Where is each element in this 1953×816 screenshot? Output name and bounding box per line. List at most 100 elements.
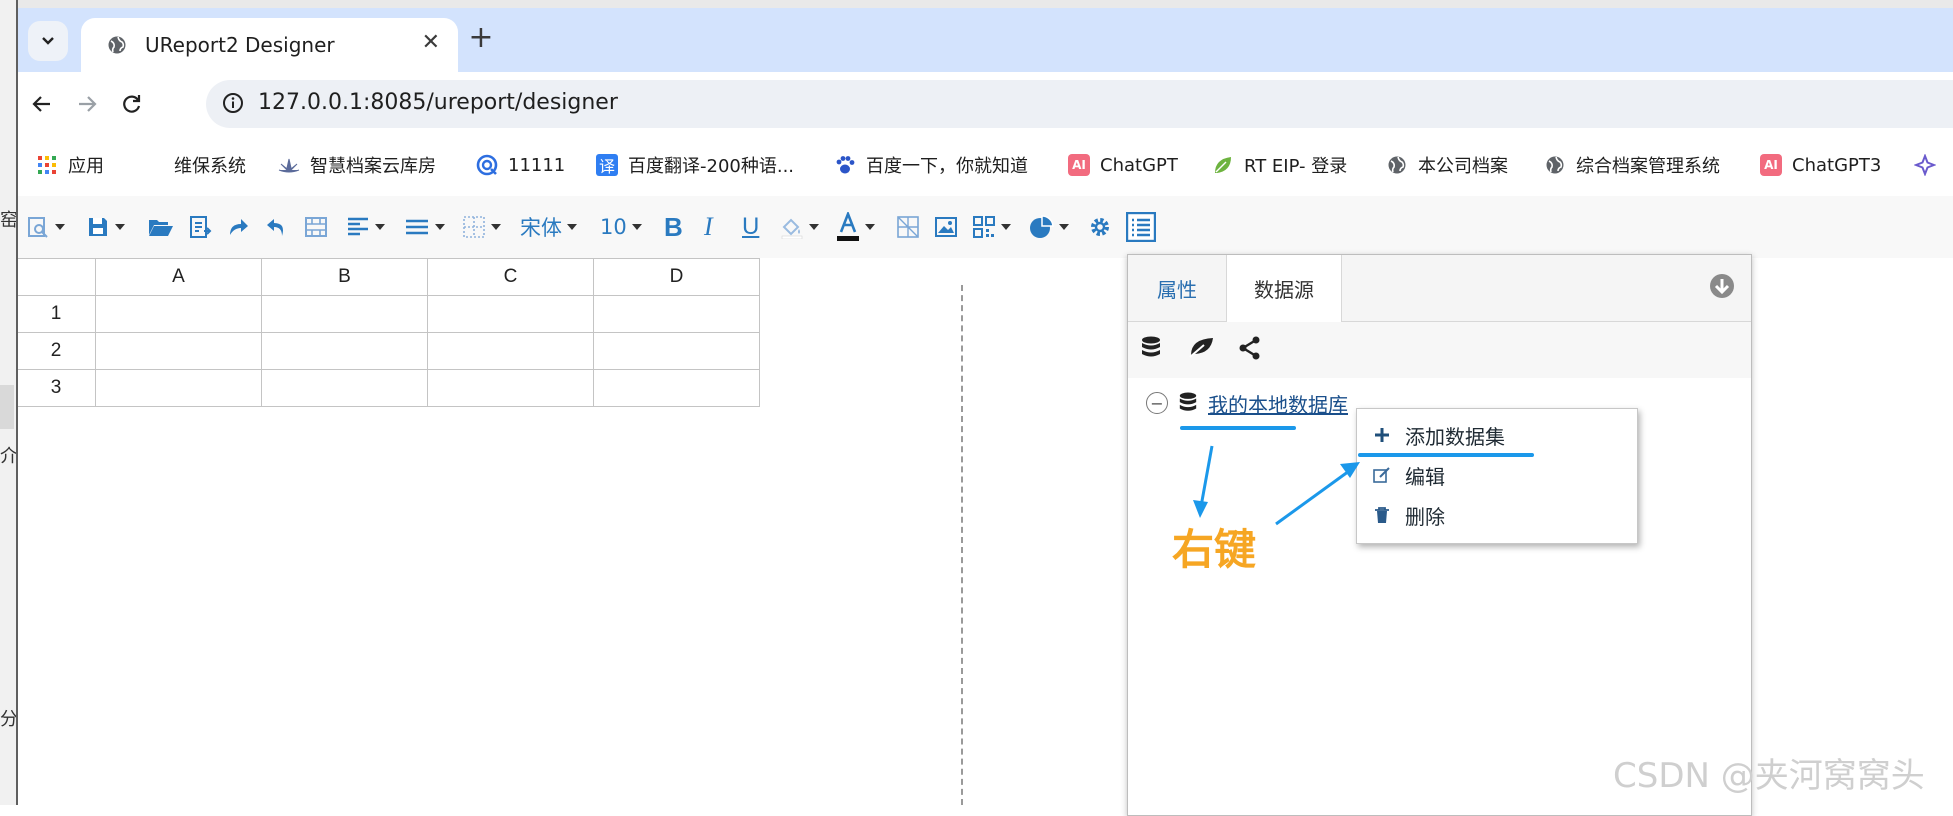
- font-size-select[interactable]: 10: [600, 210, 642, 244]
- save-button[interactable]: [86, 210, 125, 244]
- font-color-icon: [837, 212, 859, 241]
- browser-tab[interactable]: UReport2 Designer ✕: [81, 18, 458, 72]
- vertical-align-button[interactable]: [404, 210, 445, 244]
- back-button[interactable]: [24, 86, 60, 122]
- lotus-icon: [278, 154, 300, 176]
- grid-cell[interactable]: [427, 295, 594, 333]
- border-button[interactable]: [462, 210, 501, 244]
- italic-button[interactable]: I: [704, 210, 713, 244]
- datasource-tree-node[interactable]: − 我的本地数据库: [1146, 385, 1348, 421]
- align-left-icon: [348, 217, 368, 236]
- font-color-button[interactable]: [836, 210, 875, 244]
- clear-format-button[interactable]: [896, 210, 920, 244]
- reload-button[interactable]: [114, 86, 150, 122]
- row-header[interactable]: 1: [16, 295, 96, 333]
- bookmark-item[interactable]: 本公司档案: [1386, 152, 1508, 178]
- bold-button[interactable]: B: [664, 210, 683, 244]
- new-tab-button[interactable]: +: [461, 20, 501, 60]
- chevron-down-icon: [631, 224, 642, 230]
- background-selection-mark: [0, 385, 14, 429]
- datasource-name[interactable]: 我的本地数据库: [1208, 389, 1348, 418]
- bookmark-item[interactable]: 11111: [476, 152, 565, 178]
- share-icon[interactable]: [1238, 335, 1262, 365]
- grid-cell[interactable]: [261, 295, 428, 333]
- preview-button[interactable]: [26, 210, 65, 244]
- tab-datasource[interactable]: 数据源: [1226, 255, 1342, 322]
- redo-button[interactable]: [226, 210, 250, 244]
- bookmark-label: 百度翻译-200种语...: [628, 156, 795, 177]
- grid-cell[interactable]: [95, 369, 262, 407]
- tab-properties[interactable]: 属性: [1128, 255, 1226, 321]
- collapse-node-icon[interactable]: −: [1146, 392, 1168, 414]
- grid-cell[interactable]: [95, 332, 262, 370]
- address-bar[interactable]: 127.0.0.1:8085/ureport/designer: [206, 80, 1953, 128]
- bookmark-label: 11111: [508, 154, 566, 176]
- arrow-right-icon: [79, 96, 97, 112]
- align-left-button[interactable]: [346, 210, 385, 244]
- bookmarks-bar: 应用 维保系统 智慧档案云库房 11111 译 百度翻译-200种语... 百度…: [16, 136, 1953, 194]
- grid-cell[interactable]: [261, 369, 428, 407]
- chart-button[interactable]: [1028, 210, 1069, 244]
- tab-search-button[interactable]: [28, 21, 68, 61]
- collapse-panel-icon[interactable]: [1709, 273, 1735, 303]
- designer-toolbar: 宋体 10 B I U: [16, 196, 1953, 258]
- menu-item-delete[interactable]: 删除: [1371, 499, 1445, 531]
- qrcode-button[interactable]: [972, 210, 1011, 244]
- bookmark-item[interactable]: 综合档案管理系统: [1544, 152, 1720, 178]
- bookmark-item[interactable]: AI ChatGPT: [1068, 152, 1178, 178]
- undo-button[interactable]: [264, 210, 288, 244]
- bookmark-item[interactable]: AI ChatGPT3: [1760, 152, 1881, 178]
- column-header[interactable]: C: [427, 258, 594, 296]
- bookmark-item[interactable]: 百度一下，你就知道: [834, 152, 1028, 178]
- grid-cell[interactable]: [593, 369, 760, 407]
- merge-cells-button[interactable]: [304, 210, 328, 244]
- grid-cell[interactable]: [95, 295, 262, 333]
- bookmark-item[interactable]: 智慧档案云库房: [278, 152, 436, 178]
- column-header[interactable]: B: [261, 258, 428, 296]
- column-header[interactable]: D: [593, 258, 760, 296]
- paint-bucket-icon: [781, 218, 803, 239]
- globe-icon: [1544, 154, 1566, 176]
- bookmark-apps[interactable]: 应用: [36, 152, 104, 178]
- tab-close-icon[interactable]: ✕: [422, 30, 440, 55]
- save-icon: [89, 218, 107, 236]
- globe-icon: [1386, 154, 1408, 176]
- bookmark-item[interactable]: 维保系统: [174, 152, 246, 178]
- site-info-icon[interactable]: [222, 92, 244, 118]
- font-family-select[interactable]: 宋体: [520, 210, 577, 244]
- row-header[interactable]: 2: [16, 332, 96, 370]
- merge-cells-icon: [305, 217, 327, 237]
- grid-cell[interactable]: [593, 332, 760, 370]
- settings-button[interactable]: [1088, 210, 1112, 244]
- menu-item-add-dataset[interactable]: 添加数据集: [1371, 419, 1505, 451]
- forward-button[interactable]: [69, 86, 105, 122]
- grid-cell[interactable]: [427, 332, 594, 370]
- reload-icon: [123, 95, 141, 113]
- bookmark-item[interactable]: 译 百度翻译-200种语...: [596, 152, 794, 178]
- insert-image-button[interactable]: [934, 210, 958, 244]
- grid-cell[interactable]: [427, 369, 594, 407]
- chevron-down-icon: [1059, 224, 1069, 230]
- underline-button[interactable]: U: [742, 210, 759, 244]
- chevron-down-icon: [865, 224, 875, 230]
- row-header[interactable]: 3: [16, 369, 96, 407]
- toggle-panel-button[interactable]: [1126, 210, 1156, 244]
- menu-item-edit[interactable]: 编辑: [1371, 459, 1445, 491]
- open-button[interactable]: [148, 210, 174, 244]
- bookmark-item[interactable]: RT EIP- 登录: [1212, 152, 1347, 178]
- font-size-value: 10: [600, 215, 627, 239]
- grid-corner[interactable]: [16, 258, 96, 296]
- database-add-icon[interactable]: [1140, 335, 1162, 365]
- import-button[interactable]: [188, 210, 212, 244]
- border-grid-icon: [463, 216, 485, 238]
- spring-leaf-icon[interactable]: [1188, 335, 1216, 363]
- fill-color-button[interactable]: [780, 210, 819, 244]
- grid-cell[interactable]: [593, 295, 760, 333]
- bookmark-item-truncated[interactable]: [1914, 152, 1946, 178]
- bookmark-label: 应用: [68, 156, 104, 177]
- grid-cell[interactable]: [261, 332, 428, 370]
- font-family-value: 宋体: [520, 216, 562, 240]
- column-header[interactable]: A: [95, 258, 262, 296]
- document-import-icon: [190, 216, 212, 238]
- ai-icon: AI: [1068, 154, 1090, 176]
